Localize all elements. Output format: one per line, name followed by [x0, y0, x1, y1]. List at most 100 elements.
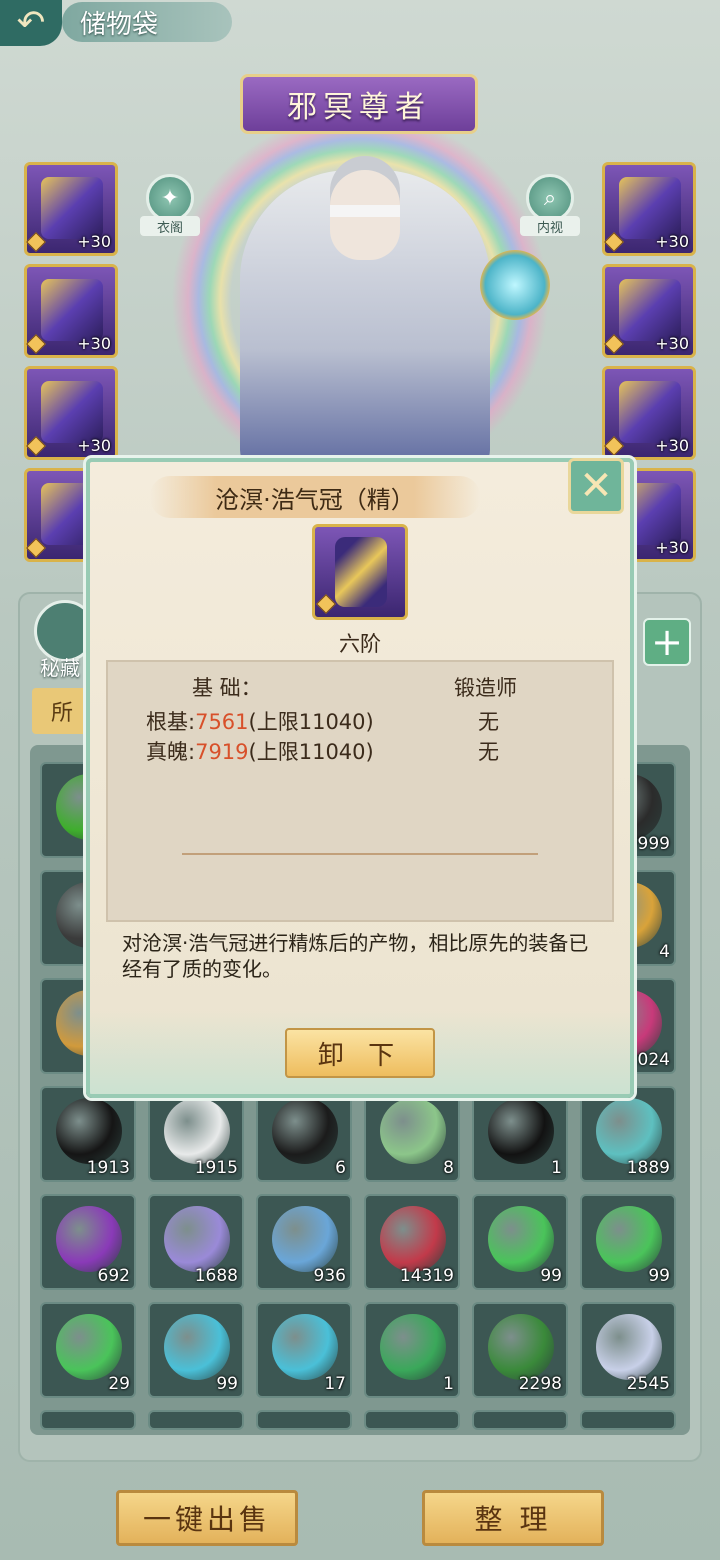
tab-all[interactable]: 所	[32, 688, 92, 734]
back-arrow-icon[interactable]: ↶	[0, 0, 62, 46]
enhance-level: +30	[655, 538, 689, 557]
item-count: 17	[324, 1374, 346, 1394]
red-crystal-icon	[380, 1206, 446, 1272]
purple-orb-icon	[56, 1206, 122, 1272]
enhance-level: +30	[655, 232, 689, 251]
wardrobe-label[interactable]: 衣阁	[140, 216, 200, 236]
inventory-item[interactable]: 1913	[40, 1086, 136, 1182]
inventory-item[interactable]: 99	[580, 1194, 676, 1290]
crystal-icon	[164, 1206, 230, 1272]
item-count: 99	[216, 1374, 238, 1394]
inventory-item[interactable]: 936	[256, 1194, 352, 1290]
item-art	[335, 537, 387, 607]
item-count: 692	[97, 1266, 130, 1286]
top-bar: ↶ 储物袋	[0, 0, 720, 48]
smith-header: 锻造师	[454, 676, 517, 700]
green-orb-stand-icon	[380, 1314, 446, 1380]
inventory-item-partial[interactable]	[580, 1410, 676, 1430]
inventory-item[interactable]: 1	[472, 1086, 568, 1182]
plus-icon[interactable]: +	[643, 618, 691, 666]
inventory-item[interactable]: 99	[472, 1194, 568, 1290]
equip-slot-right-3[interactable]: +30	[602, 366, 696, 460]
inner-view-label[interactable]: 内视	[520, 216, 580, 236]
black-bean-icon	[56, 1098, 122, 1164]
stat-limit: (上限11040)	[248, 710, 374, 734]
item-count: 1913	[86, 1158, 130, 1178]
wardrobe-icon[interactable]: ✦	[146, 174, 194, 222]
close-x-icon[interactable]: ✕	[568, 458, 624, 514]
sell-all-button[interactable]: 一键出售	[116, 1490, 298, 1546]
green-orb-icon	[56, 1314, 122, 1380]
equip-slot-left-3[interactable]: +30	[24, 366, 118, 460]
gourd-equip-icon	[619, 279, 681, 341]
sort-button[interactable]: 整 理	[422, 1490, 604, 1546]
inventory-item[interactable]: 1	[364, 1302, 460, 1398]
item-count: 1688	[194, 1266, 238, 1286]
cyan-orb-icon	[164, 1314, 230, 1380]
crown-equip-icon	[312, 524, 408, 620]
inventory-item[interactable]: 8	[364, 1086, 460, 1182]
stat-value: 7919	[195, 740, 249, 764]
equip-slot-right-1[interactable]: +30	[602, 162, 696, 256]
inventory-item[interactable]: 29	[40, 1302, 136, 1398]
equip-slot-right-2[interactable]: +30	[602, 264, 696, 358]
item-count: 2545	[626, 1374, 670, 1394]
inventory-item-partial[interactable]	[148, 1410, 244, 1430]
inventory-item[interactable]: 99	[148, 1302, 244, 1398]
ring-equip-icon	[619, 177, 681, 239]
item-count: 1915	[194, 1158, 238, 1178]
inventory-item[interactable]: 17	[256, 1302, 352, 1398]
inventory-item-partial[interactable]	[364, 1410, 460, 1430]
stats-box	[106, 660, 614, 922]
lotus-icon	[596, 1314, 662, 1380]
stat-smith: 无	[478, 710, 499, 734]
item-count: 99	[648, 1266, 670, 1286]
inventory-item-partial[interactable]	[40, 1410, 136, 1430]
item-count: 1	[551, 1158, 562, 1178]
blue-powder-icon	[272, 1206, 338, 1272]
inventory-item[interactable]: 1688	[148, 1194, 244, 1290]
stat-value: 7561	[195, 710, 249, 734]
crown-equip-icon	[41, 279, 103, 341]
stat-row: 真魄:7919(上限11040)	[146, 736, 374, 766]
magnifier-icon[interactable]: ⌕	[526, 174, 574, 222]
modal-title: 沧溟·浩气冠（精）	[150, 476, 480, 518]
equip-slot-left-2[interactable]: +30	[24, 264, 118, 358]
base-header: 基 础：	[192, 676, 262, 700]
divider	[182, 853, 538, 855]
inventory-item[interactable]: 692	[40, 1194, 136, 1290]
rarity-gem-icon	[316, 594, 336, 614]
inventory-item-partial[interactable]	[256, 1410, 352, 1430]
inventory-item[interactable]: 1889	[580, 1086, 676, 1182]
blade-equip-icon	[41, 177, 103, 239]
item-count: 29	[108, 1374, 130, 1394]
inventory-item[interactable]: 2298	[472, 1302, 568, 1398]
inventory-item[interactable]: 6	[256, 1086, 352, 1182]
item-count: 14319	[399, 1266, 454, 1286]
item-tier: 六阶	[339, 632, 381, 656]
equip-slot-left-1[interactable]: +30	[24, 162, 118, 256]
enhance-level: +30	[655, 334, 689, 353]
unload-button[interactable]: 卸 下	[285, 1028, 435, 1078]
inventory-item[interactable]: 14319	[364, 1194, 460, 1290]
stat-limit: (上限11040)	[248, 740, 374, 764]
jade-vase-icon	[380, 1098, 446, 1164]
inventory-item[interactable]: 1915	[148, 1086, 244, 1182]
enhance-level: +30	[655, 436, 689, 455]
item-count: 1	[443, 1374, 454, 1394]
item-count: 8	[443, 1158, 454, 1178]
inventory-item[interactable]: 2545	[580, 1302, 676, 1398]
armor-equip-icon	[41, 381, 103, 443]
item-count: 936	[313, 1266, 346, 1286]
item-count: 2298	[518, 1374, 562, 1394]
stat-smith: 无	[478, 740, 499, 764]
character-name-banner: 邪冥尊者	[240, 74, 478, 134]
inventory-item-partial[interactable]	[472, 1410, 568, 1430]
herb-leaves-icon	[488, 1314, 554, 1380]
item-count: 1889	[626, 1158, 670, 1178]
enhance-level: +30	[77, 232, 111, 251]
white-bean-icon	[164, 1098, 230, 1164]
stat-name: 真魄:	[146, 740, 196, 764]
enhance-level: +30	[77, 334, 111, 353]
green-orb-icon	[596, 1206, 662, 1272]
